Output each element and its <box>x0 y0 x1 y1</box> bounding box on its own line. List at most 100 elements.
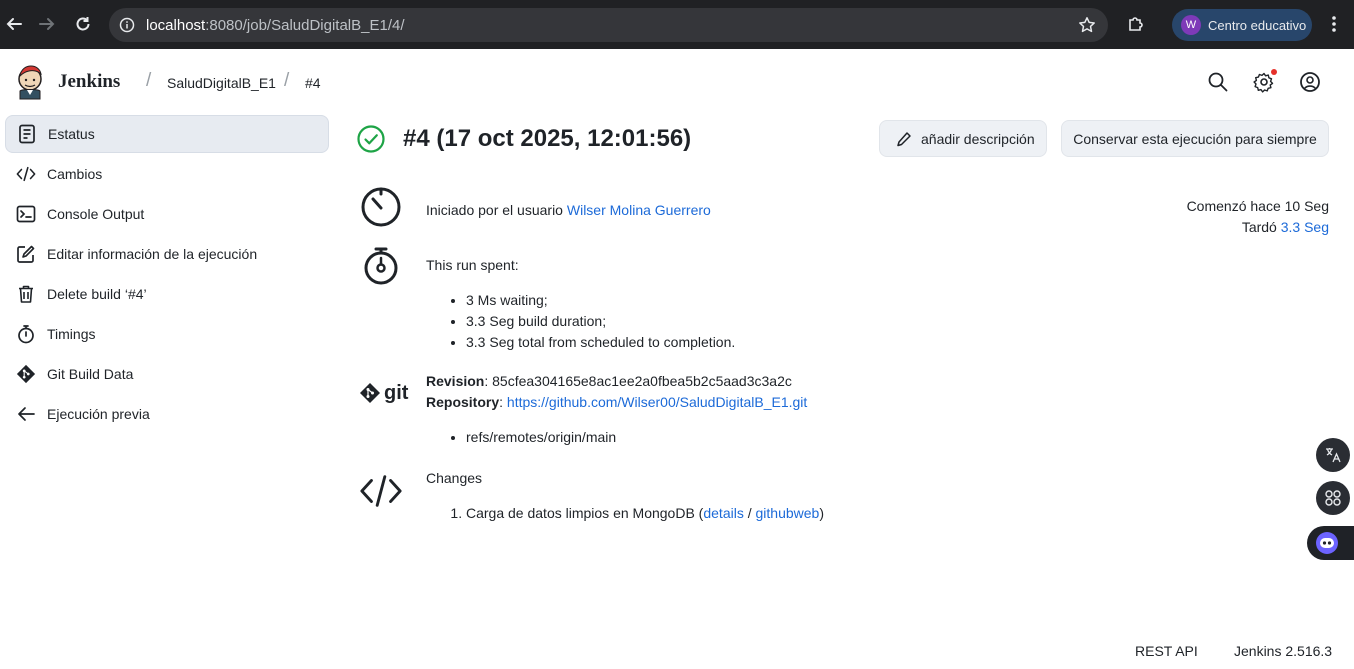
took-duration-link[interactable]: 3.3 Seg <box>1281 219 1329 235</box>
revision-value: 85cfea304165e8ac1ee2a0fbea5b2c5aad3c3a2c <box>492 373 792 389</box>
changes-label: Changes <box>426 470 483 486</box>
trash-icon <box>16 284 36 304</box>
keep-forever-label: Conservar esta ejecución para siempre <box>1073 130 1317 147</box>
apps-button[interactable] <box>1316 481 1350 515</box>
bookmark-star-icon[interactable] <box>1078 16 1096 34</box>
sidebar-item-label: Ejecución previa <box>47 406 150 422</box>
site-info-icon <box>119 17 135 33</box>
add-description-label: añadir descripción <box>921 130 1035 147</box>
jenkins-logo-icon[interactable] <box>15 64 45 100</box>
list-item: Carga de datos limpios en MongoDB (detai… <box>466 503 824 524</box>
url-path: :8080/job/SaludDigitalB_E1/4/ <box>205 17 405 34</box>
sidebar-item-console-output[interactable]: Console Output <box>5 195 329 233</box>
jenkins-version[interactable]: Jenkins 2.516.3 <box>1234 643 1332 659</box>
change-details-link[interactable]: details <box>703 505 743 521</box>
notification-dot <box>1271 69 1277 75</box>
jenkins-header: Jenkins / SaludDigitalB_E1 / #4 <box>0 49 1354 115</box>
git-icon <box>16 364 36 384</box>
change-githubweb-link[interactable]: githubweb <box>756 505 820 521</box>
reload-icon <box>76 17 90 31</box>
list-item: 3.3 Seg total from scheduled to completi… <box>466 332 735 353</box>
browser-toolbar: localhost:8080/job/SaludDigitalB_E1/4/ W… <box>0 0 1354 49</box>
sidebar-item-edit-build-info[interactable]: Editar información de la ejecución <box>5 235 329 273</box>
profile-chip[interactable]: W Centro educativo <box>1172 9 1312 41</box>
address-bar[interactable]: localhost:8080/job/SaludDigitalB_E1/4/ <box>109 8 1108 42</box>
url-host: localhost <box>146 17 206 34</box>
profile-avatar: W <box>1181 15 1201 35</box>
build-timing-info: Comenzó hace 10 Seg Tardó 3.3 Seg <box>1187 196 1329 238</box>
started-ago: Comenzó hace 10 Seg <box>1186 198 1329 214</box>
timer-icon <box>359 185 403 229</box>
list-item: refs/remotes/origin/main <box>466 427 807 448</box>
stopwatch-icon <box>359 243 403 287</box>
repository-link[interactable]: https://github.com/Wilser00/SaludDigital… <box>507 394 807 410</box>
sidebar-item-delete-build[interactable]: Delete build ‘#4’ <box>5 275 329 313</box>
browser-menu-button[interactable] <box>1320 10 1348 38</box>
git-info-block: Revision: 85cfea304165e8ac1ee2a0fbea5b2c… <box>426 371 807 448</box>
breadcrumb-separator: / <box>284 70 290 91</box>
revision-line: Revision: 85cfea304165e8ac1ee2a0fbea5b2c… <box>426 373 792 389</box>
changes-block: Changes Carga de datos limpios en MongoD… <box>426 468 824 524</box>
app-title[interactable]: Jenkins <box>58 71 120 93</box>
page-title: #4 (17 oct 2025, 12:01:56) <box>403 125 692 152</box>
run-spent-list: 3 Ms waiting; 3.3 Seg build duration; 3.… <box>426 290 735 353</box>
sidebar-item-label: Estatus <box>48 126 95 142</box>
sidebar-item-estatus[interactable]: Estatus <box>5 115 329 153</box>
pencil-icon <box>897 131 911 146</box>
change-message: Carga de datos limpios en MongoDB <box>466 505 695 521</box>
terminal-icon <box>16 204 36 224</box>
changes-list: Carga de datos limpios en MongoDB (detai… <box>426 503 824 524</box>
list-item: 3 Ms waiting; <box>466 290 735 311</box>
sidebar-item-previous-build[interactable]: Ejecución previa <box>5 395 329 433</box>
code-icon <box>359 469 403 513</box>
search-icon[interactable] <box>1207 71 1229 93</box>
revision-label: Revision <box>426 373 485 389</box>
started-by-user-link[interactable]: Wilser Molina Guerrero <box>567 202 711 218</box>
code-icon <box>16 164 36 184</box>
sidebar-item-git-build-data[interactable]: Git Build Data <box>5 355 329 393</box>
user-account-icon[interactable] <box>1299 71 1321 93</box>
translate-icon <box>1326 448 1341 463</box>
add-description-button[interactable]: añadir descripción <box>879 120 1047 157</box>
keep-forever-button[interactable]: Conservar esta ejecución para siempre <box>1061 120 1329 157</box>
apps-grid-icon <box>1325 490 1341 506</box>
run-spent-block: This run spent: 3 Ms waiting; 3.3 Seg bu… <box>426 255 735 353</box>
puzzle-icon <box>1129 17 1143 31</box>
document-icon <box>17 124 37 144</box>
sidebar-item-label: Editar información de la ejecución <box>47 246 258 262</box>
repository-label: Repository <box>426 394 500 410</box>
success-check-icon <box>357 125 385 153</box>
run-spent-label: This run spent: <box>426 257 519 273</box>
git-logo-text: git <box>384 381 409 404</box>
translate-button[interactable] <box>1316 438 1350 472</box>
back-button[interactable] <box>0 10 28 38</box>
sidebar-item-label: Cambios <box>47 166 103 182</box>
breadcrumb-build[interactable]: #4 <box>305 75 321 91</box>
arrow-left-icon <box>6 18 22 30</box>
git-logo-icon: git <box>359 371 415 415</box>
repository-line: Repository: https://github.com/Wilser00/… <box>426 394 808 410</box>
kebab-menu-icon <box>1332 16 1336 32</box>
sidebar-item-label: Git Build Data <box>47 366 134 382</box>
sidebar-item-label: Delete build ‘#4’ <box>47 286 147 302</box>
branch-list: refs/remotes/origin/main <box>426 427 807 448</box>
sidebar-item-timings[interactable]: Timings <box>5 315 329 353</box>
profile-name: Centro educativo <box>1208 17 1307 33</box>
extensions-button[interactable] <box>1122 10 1150 38</box>
url-text: localhost:8080/job/SaludDigitalB_E1/4/ <box>146 17 405 34</box>
reload-button[interactable] <box>69 10 97 38</box>
breadcrumb-job[interactable]: SaludDigitalB_E1 <box>167 75 276 91</box>
stopwatch-icon <box>16 324 36 344</box>
assistant-button[interactable] <box>1307 526 1354 560</box>
assistant-face-icon <box>1316 532 1338 554</box>
list-item: 3.3 Seg build duration; <box>466 311 735 332</box>
sidebar-item-cambios[interactable]: Cambios <box>5 155 329 193</box>
took-line: Tardó 3.3 Seg <box>1187 217 1329 238</box>
sidebar-item-label: Timings <box>47 326 96 342</box>
forward-button[interactable] <box>33 10 61 38</box>
edit-icon <box>16 244 36 264</box>
arrow-left-icon <box>16 404 36 424</box>
started-by-prefix: Iniciado por el usuario <box>426 202 567 218</box>
started-by-line: Iniciado por el usuario Wilser Molina Gu… <box>426 200 711 221</box>
rest-api-link[interactable]: REST API <box>1135 643 1198 659</box>
